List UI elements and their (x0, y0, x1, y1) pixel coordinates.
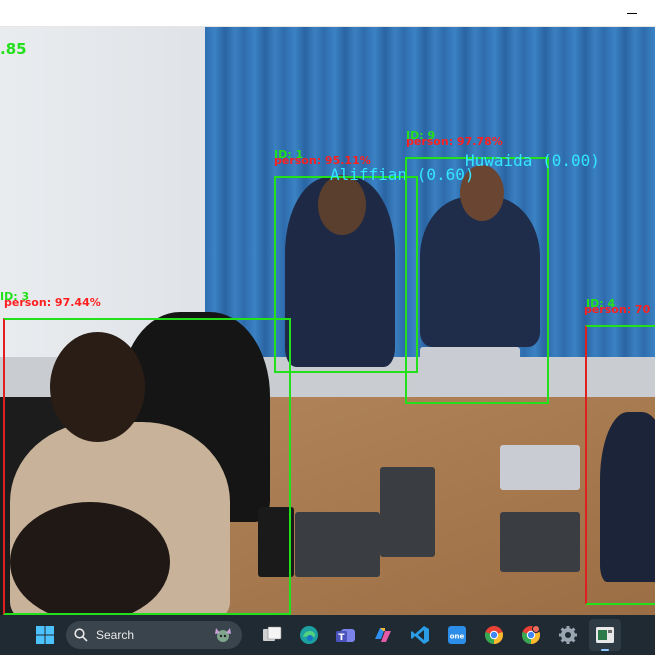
vscode-button[interactable] (404, 619, 436, 651)
task-view-icon (263, 626, 282, 641)
edge-button[interactable] (293, 619, 325, 651)
active-app-button[interactable] (589, 619, 621, 651)
teams-button[interactable]: T (330, 619, 362, 651)
laptop (500, 512, 580, 572)
onenote-icon: one (448, 626, 466, 644)
detection-box-4 (585, 325, 655, 605)
search-icon (74, 628, 88, 642)
start-button[interactable] (30, 620, 60, 650)
detection-label-4: person: 70 (584, 303, 651, 316)
chrome-canary-button[interactable] (515, 619, 547, 651)
search-highlight-icon (215, 628, 231, 642)
chrome-button[interactable] (478, 619, 510, 651)
copilot-button[interactable] (367, 619, 399, 651)
laptop (295, 512, 380, 577)
window-titlebar (0, 0, 655, 27)
laptop (500, 445, 580, 490)
windows-start-icon (36, 626, 54, 644)
edge-icon (300, 626, 318, 644)
detection-box-3 (3, 318, 291, 615)
fps-readout: .85 (0, 40, 27, 58)
vscode-icon (411, 626, 429, 644)
detection-name-2: Huwaida (0.00) (465, 151, 600, 170)
svg-text:T: T (338, 633, 345, 643)
detection-box-1 (274, 176, 418, 373)
onenote-button[interactable]: one (441, 619, 473, 651)
minimize-icon (627, 12, 637, 14)
task-view-button[interactable] (256, 619, 288, 651)
teams-icon: T (336, 629, 355, 643)
settings-icon (559, 626, 577, 644)
copilot-icon (375, 628, 391, 642)
detection-box-2 (405, 157, 549, 404)
svg-text:one: one (450, 633, 465, 641)
chrome-canary-icon (521, 625, 541, 644)
detection-label-2: person: 97.78% (406, 135, 503, 148)
search-placeholder: Search (96, 628, 135, 642)
laptop (380, 467, 435, 557)
settings-button[interactable] (552, 619, 584, 651)
detection-label-3: person: 97.44% (4, 296, 101, 309)
taskbar-search-box[interactable]: Search (66, 621, 242, 649)
active-app-icon (596, 627, 614, 643)
camera-frame: .85 ID: 1 person: 95.11% Aliffian (0.60)… (0, 27, 655, 615)
chrome-icon (484, 626, 504, 644)
minimize-button[interactable] (609, 0, 655, 26)
taskbar: Search T one (0, 615, 655, 655)
